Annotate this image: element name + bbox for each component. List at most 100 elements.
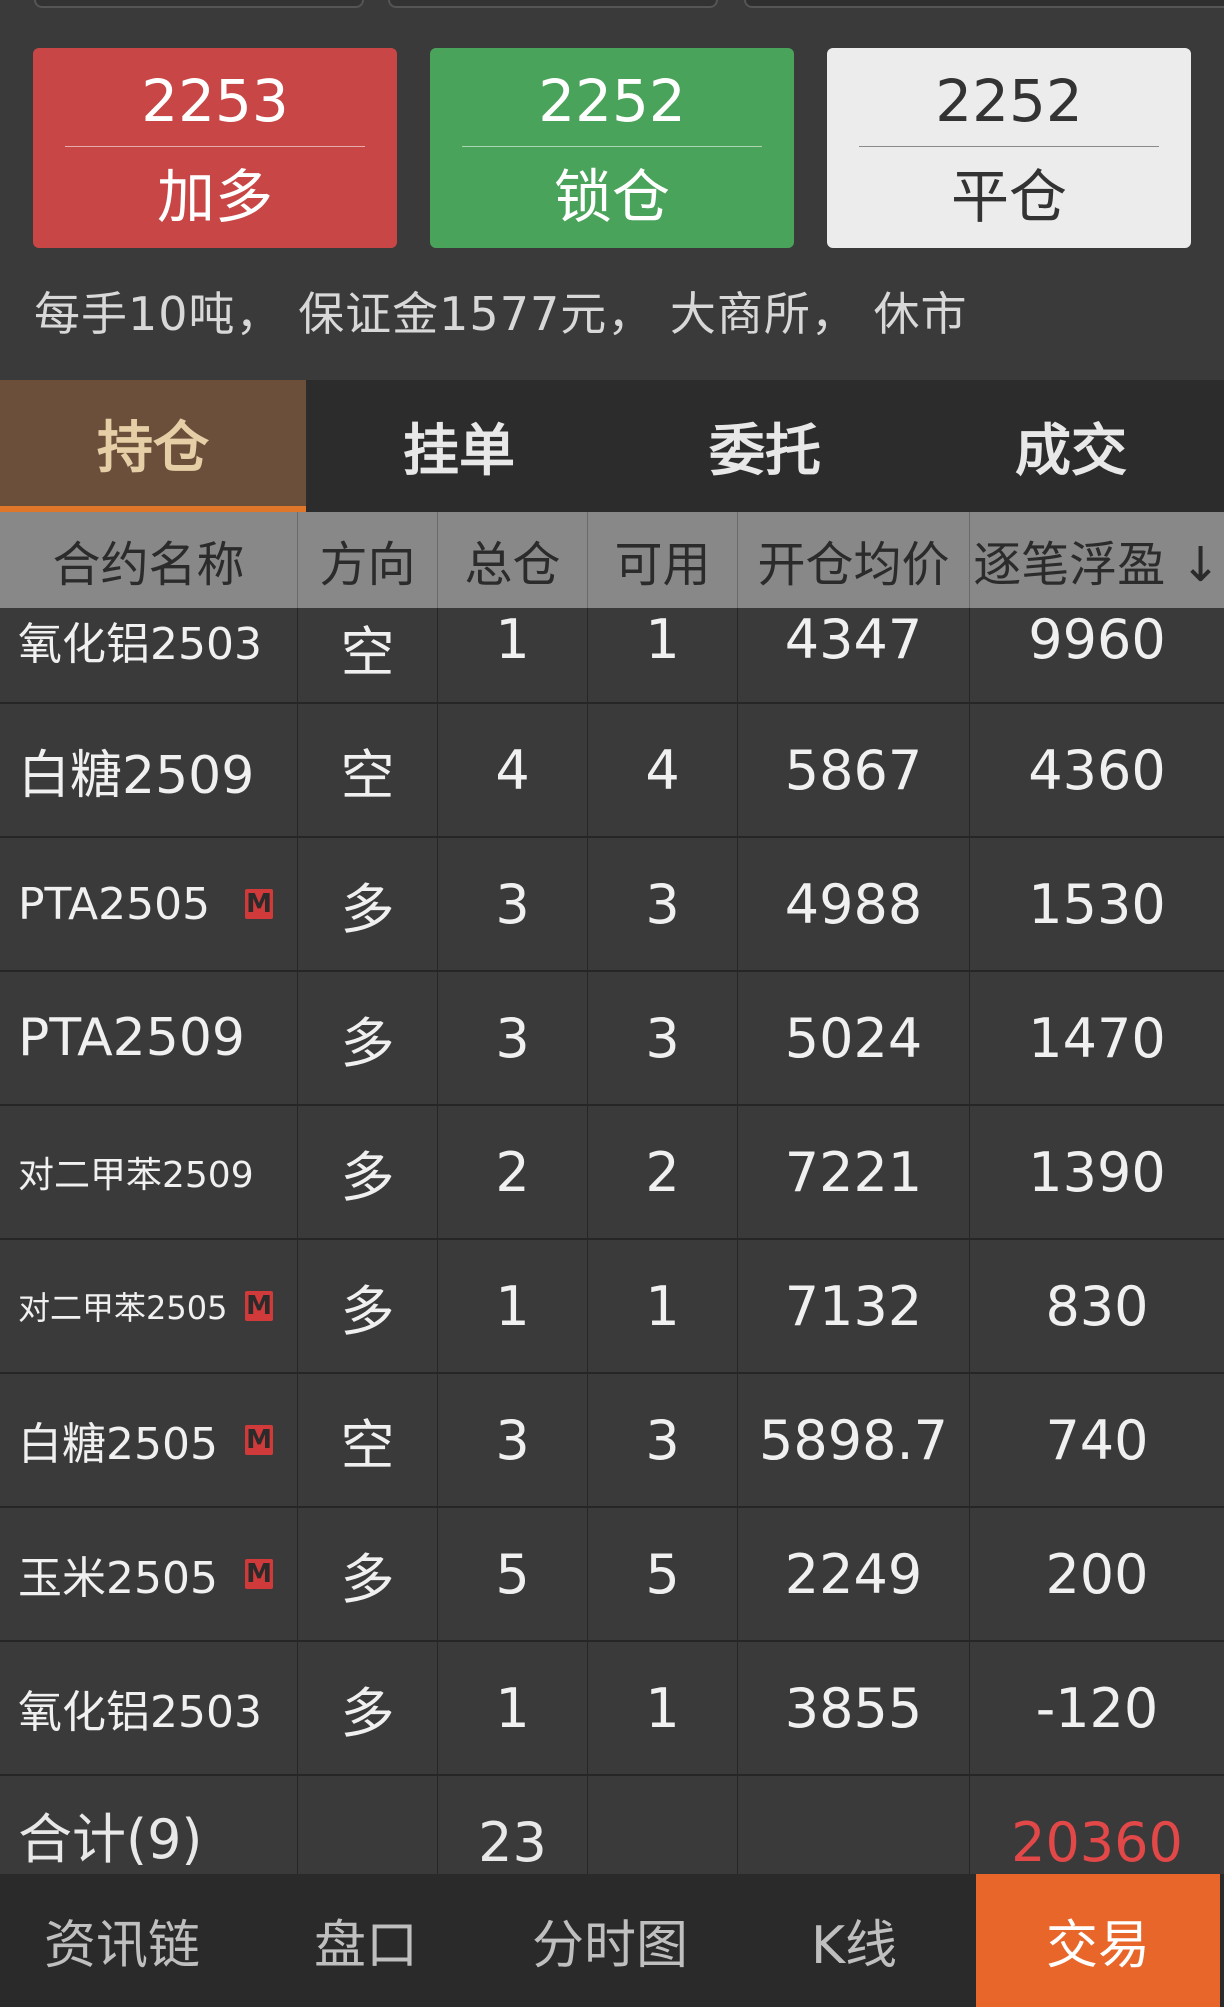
col-available[interactable]: 可用 xyxy=(588,512,738,608)
table-row[interactable]: 对二甲苯2505 M 多 1 1 7132 830 xyxy=(0,1240,1224,1374)
floating-pnl: -120 xyxy=(1035,1676,1159,1740)
account-select-stub[interactable] xyxy=(34,0,364,8)
main-contract-badge: M xyxy=(245,889,273,919)
available-qty: 5 xyxy=(588,1508,738,1640)
col-avg-open-price[interactable]: 开仓均价 xyxy=(738,512,970,608)
floating-pnl: 1470 xyxy=(1028,1006,1166,1070)
table-row[interactable]: 氧化铝2503 多 1 1 3855 -120 xyxy=(0,1642,1224,1776)
table-row[interactable]: 白糖2505 M 空 3 3 5898.7 740 xyxy=(0,1374,1224,1508)
contract-name-text: PTA2505 xyxy=(18,878,211,930)
avg-open-price: 5898.7 xyxy=(738,1374,970,1506)
direction: 多 xyxy=(298,1106,438,1238)
tab-orders[interactable]: 委托 xyxy=(612,380,918,512)
total-direction-empty xyxy=(298,1776,438,1874)
nav-trade[interactable]: 交易 xyxy=(976,1874,1220,2007)
contract-name-text: 白糖2509 xyxy=(18,745,255,806)
nav-order-book[interactable]: 盘口 xyxy=(244,1874,488,2007)
floating-pnl: 200 xyxy=(1045,1542,1149,1606)
add-long-label: 加多 xyxy=(156,163,273,231)
avg-open-price: 4988 xyxy=(738,838,970,970)
bottom-navigation: 资讯链 盘口 分时图 K线 交易 xyxy=(0,1874,1224,2007)
avg-open-price: 7221 xyxy=(738,1106,970,1238)
total-qty: 3 xyxy=(438,1374,588,1506)
contract-name: PTA2505 M xyxy=(0,838,298,970)
table-row[interactable]: PTA2505 M 多 3 3 4988 1530 xyxy=(0,838,1224,972)
avg-open-price: 3855 xyxy=(738,1642,970,1774)
close-position-label: 平仓 xyxy=(950,163,1067,231)
nav-intraday-chart[interactable]: 分时图 xyxy=(488,1874,732,2007)
total-label: 合计(9) xyxy=(0,1776,298,1874)
avg-open-price: 5024 xyxy=(738,972,970,1104)
col-contract-name[interactable]: 合约名称 xyxy=(0,512,298,608)
col-floating-pnl-sort[interactable]: 逐笔浮盈 ↓ xyxy=(970,512,1224,608)
direction: 多 xyxy=(298,1508,438,1640)
nav-news-chain[interactable]: 资讯链 xyxy=(0,1874,244,2007)
contract-name: 白糖2509 xyxy=(0,704,298,836)
table-row[interactable]: PTA2509 多 3 3 5024 1470 xyxy=(0,972,1224,1106)
col-direction[interactable]: 方向 xyxy=(298,512,438,608)
total-avg-empty xyxy=(738,1776,970,1874)
table-row[interactable]: 白糖2509 空 4 4 5867 4360 xyxy=(0,704,1224,838)
contract-name: 对二甲苯2509 xyxy=(0,1106,298,1238)
tab-positions[interactable]: 持仓 xyxy=(0,380,306,512)
available-qty: 1 xyxy=(588,1240,738,1372)
quantity-input-stub[interactable] xyxy=(744,0,1224,8)
nav-kline[interactable]: K线 xyxy=(732,1874,976,2007)
contract-select-stub[interactable] xyxy=(388,0,718,8)
contract-name-text: 白糖2505 xyxy=(18,1419,218,1470)
available-qty: 2 xyxy=(588,1106,738,1238)
contract-name: 白糖2505 M xyxy=(0,1374,298,1506)
available-qty: 1 xyxy=(588,608,738,702)
contract-name-text: 氧化铝2503 xyxy=(18,619,262,670)
table-row[interactable]: 玉米2505 M 多 5 5 2249 200 xyxy=(0,1508,1224,1642)
floating-pnl: 1530 xyxy=(1028,872,1166,936)
main-contract-badge: M xyxy=(245,1559,273,1589)
main-contract-badge: M xyxy=(245,1291,273,1321)
total-available-empty xyxy=(588,1776,738,1874)
total-qty: 3 xyxy=(438,838,588,970)
available-qty: 3 xyxy=(588,1374,738,1506)
lock-position-button[interactable]: 2252 锁仓 xyxy=(430,48,794,248)
col-total[interactable]: 总仓 xyxy=(438,512,588,608)
direction: 空 xyxy=(298,608,438,702)
available-qty: 3 xyxy=(588,972,738,1104)
contract-name-text: 玉米2505 xyxy=(18,1553,218,1604)
total-qty: 5 xyxy=(438,1508,588,1640)
contract-name-text: 氧化铝2503 xyxy=(18,1687,262,1738)
avg-open-price: 7132 xyxy=(738,1240,970,1372)
avg-open-price: 4347 xyxy=(738,608,970,702)
lock-position-label: 锁仓 xyxy=(553,163,670,231)
total-row: 合计(9) 23 20360 xyxy=(0,1776,1224,1874)
floating-pnl: 740 xyxy=(1045,1408,1149,1472)
contract-name-text: 对二甲苯2509 xyxy=(18,1155,254,1196)
tab-pending-orders[interactable]: 挂单 xyxy=(306,380,612,512)
close-position-price: 2252 xyxy=(935,67,1083,135)
floating-pnl: 9960 xyxy=(1028,608,1166,671)
table-row[interactable]: 氧化铝2503 空 1 1 4347 9960 xyxy=(0,608,1224,704)
contract-info: 每手10吨， 保证金1577元， 大商所， 休市 xyxy=(34,287,968,341)
positions-table-body: 氧化铝2503 空 1 1 4347 9960 白糖2509 空 4 4 586… xyxy=(0,608,1224,1874)
direction: 空 xyxy=(298,1374,438,1506)
direction: 空 xyxy=(298,704,438,836)
contract-name: 氧化铝2503 xyxy=(0,1642,298,1774)
direction: 多 xyxy=(298,1642,438,1774)
total-qty: 1 xyxy=(438,608,588,702)
contract-name: 氧化铝2503 xyxy=(0,608,298,702)
tab-trades[interactable]: 成交 xyxy=(918,380,1224,512)
positions-table-header: 合约名称 方向 总仓 可用 开仓均价 逐笔浮盈 ↓ xyxy=(0,512,1224,608)
available-qty: 4 xyxy=(588,704,738,836)
table-row[interactable]: 对二甲苯2509 多 2 2 7221 1390 xyxy=(0,1106,1224,1240)
close-position-button[interactable]: 2252 平仓 xyxy=(827,48,1191,248)
contract-name-text: PTA2509 xyxy=(18,1008,245,1068)
direction: 多 xyxy=(298,972,438,1104)
available-qty: 1 xyxy=(588,1642,738,1774)
contract-name-text: 对二甲苯2505 xyxy=(18,1289,228,1327)
direction: 多 xyxy=(298,838,438,970)
total-qty: 1 xyxy=(438,1240,588,1372)
floating-pnl: 1390 xyxy=(1028,1140,1166,1204)
total-qty: 2 xyxy=(438,1106,588,1238)
direction: 多 xyxy=(298,1240,438,1372)
lock-position-price: 2252 xyxy=(538,67,686,135)
available-qty: 3 xyxy=(588,838,738,970)
add-long-button[interactable]: 2253 加多 xyxy=(33,48,397,248)
